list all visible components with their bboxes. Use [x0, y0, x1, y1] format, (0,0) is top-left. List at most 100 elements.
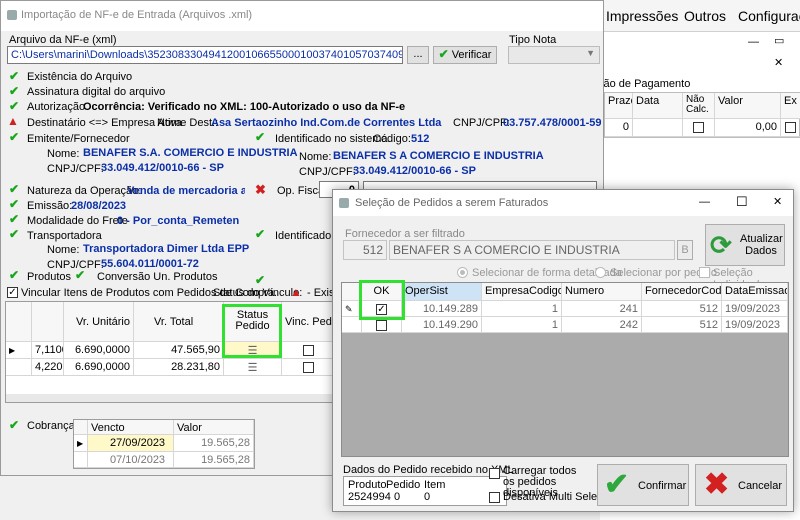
- grid-col-vinc-pedido: Vinc. Pedido: [282, 302, 336, 342]
- sys-cnpj-value: 33.049.412/0010-66 - SP: [353, 165, 476, 177]
- ok-checkbox[interactable]: [376, 319, 387, 331]
- cell-fornecedor[interactable]: 512: [642, 317, 722, 333]
- menu-configuracoes[interactable]: Configuraç: [738, 8, 800, 24]
- fornecedor-search-button[interactable]: B: [677, 240, 693, 260]
- check-icon: ✔: [75, 268, 86, 282]
- grid-col-vr-total: Vr. Total: [134, 302, 224, 342]
- check-icon: ✔: [438, 47, 449, 61]
- check-icon: ✔: [9, 69, 20, 83]
- carregar-todos-checkbox[interactable]: [489, 468, 500, 479]
- emissao-value: 28/08/2023: [71, 200, 127, 212]
- cell-opersist[interactable]: 10.149.290: [402, 317, 482, 333]
- error-icon: ✖: [255, 182, 266, 197]
- fornecedor-code-input[interactable]: 512: [343, 240, 387, 260]
- cell-numero[interactable]: 241: [562, 301, 642, 317]
- row-pointer-icon: ▶: [9, 346, 16, 355]
- vinc-checkbox[interactable]: [303, 361, 314, 373]
- grid-cell-qtd[interactable]: 7,1100: [32, 342, 64, 359]
- status-vinculo-label: Status do Vínculo:: [213, 287, 303, 299]
- modalidade-value: 0 - Por_conta_Remeten: [117, 215, 240, 227]
- fornecedor-name-input[interactable]: BENAFER S A COMERCIO E INDUSTRIA: [389, 240, 675, 260]
- check-icon: ✔: [9, 418, 20, 432]
- emit-nome-label: Nome:: [47, 148, 80, 160]
- refresh-icon: ⟳: [710, 230, 732, 260]
- cell-data[interactable]: [633, 119, 683, 137]
- window-controls: — ▭ ✕: [740, 34, 800, 74]
- menu-outros[interactable]: Outros: [684, 8, 726, 24]
- browse-button[interactable]: ...: [407, 46, 429, 64]
- cell-valor[interactable]: 0,00: [715, 119, 781, 137]
- cell-nao-calc[interactable]: [683, 119, 715, 137]
- grid-cell-total[interactable]: 47.565,90: [134, 342, 224, 359]
- autorizacao-label: Autorização: [27, 101, 86, 113]
- horizontal-scrollbar[interactable]: [6, 394, 334, 402]
- verify-button[interactable]: ✔ Verificar: [433, 46, 497, 64]
- cell-fornecedor[interactable]: 512: [642, 301, 722, 317]
- grid-cell-status[interactable]: ☰: [224, 359, 282, 376]
- assinatura-label: Assinatura digital do arquivo: [27, 86, 166, 98]
- cell-empresa[interactable]: 1: [482, 317, 562, 333]
- desativa-multi-checkbox[interactable]: [489, 492, 500, 503]
- check-icon: ✔: [255, 227, 266, 241]
- ex-checkbox[interactable]: [785, 121, 796, 133]
- cell-data[interactable]: 19/09/2023: [722, 301, 788, 317]
- file-path-input[interactable]: C:\Users\marini\Downloads\35230833049412…: [7, 46, 403, 64]
- check-icon: ✔: [9, 227, 20, 241]
- grid-cell-total[interactable]: 28.231,80: [134, 359, 224, 376]
- grid-cell-vinc[interactable]: [282, 359, 336, 376]
- radio-detalhada[interactable]: [457, 267, 468, 278]
- grid-cell-unit[interactable]: 6.690,0000: [64, 359, 134, 376]
- menu-impressoes[interactable]: Impressões: [606, 8, 678, 24]
- close-icon[interactable]: ✕: [773, 195, 782, 208]
- dest-cnpj-label: CNPJ/CPF:: [453, 117, 510, 129]
- tipo-nota-select[interactable]: ▼: [508, 46, 600, 64]
- maximize-icon[interactable]: ☐: [736, 194, 748, 210]
- row-selector[interactable]: ▶: [6, 342, 32, 359]
- emit-nome-value: BENAFER S.A. COMERCIO E INDUSTRIA: [83, 147, 298, 159]
- restore-icon[interactable]: ▭: [774, 34, 784, 47]
- grid-cell-vinc[interactable]: [282, 342, 336, 359]
- minimize-icon[interactable]: —: [699, 196, 710, 208]
- chevron-down-icon: ▼: [586, 48, 595, 58]
- emissao-label: Emissão:: [27, 200, 73, 212]
- row-selector[interactable]: [74, 452, 88, 468]
- cobranca-cell-vencto[interactable]: 07/10/2023: [88, 452, 174, 468]
- dialog-title: Seleção de Pedidos a serem Faturados: [355, 197, 549, 209]
- row-selector[interactable]: [6, 359, 32, 376]
- cell-numero[interactable]: 242: [562, 317, 642, 333]
- cell-opersist[interactable]: 10.149.289: [402, 301, 482, 317]
- cobranca-cell-valor[interactable]: 19.565,28: [174, 452, 254, 468]
- payment-grid: Prazo Data Não Calc. Valor Ex 0 0,00: [604, 92, 800, 138]
- selection-dialog: Seleção de Pedidos a serem Faturados — ☐…: [332, 189, 794, 512]
- cobranca-cell-valor[interactable]: 19.565,28: [174, 435, 254, 452]
- items-grid: Vr. Unitário Vr. Total Status Pedido Vin…: [5, 301, 336, 403]
- atualizar-dados-button[interactable]: ⟳ Atualizar Dados: [705, 224, 785, 266]
- minimize-icon[interactable]: —: [748, 36, 759, 48]
- close-icon[interactable]: ✕: [774, 56, 783, 69]
- col-empresa-codigo: EmpresaCodigo: [482, 283, 562, 301]
- list-icon[interactable]: ☰: [248, 362, 258, 374]
- grid-cell-qtd[interactable]: 4,2200: [32, 359, 64, 376]
- cell-data[interactable]: 19/09/2023: [722, 317, 788, 333]
- check-icon: ✔: [9, 212, 20, 226]
- cell-empresa[interactable]: 1: [482, 301, 562, 317]
- nao-calc-checkbox[interactable]: [693, 121, 704, 133]
- vinc-checkbox[interactable]: [303, 344, 314, 356]
- selecao-individual-checkbox[interactable]: [699, 267, 710, 278]
- cancelar-button[interactable]: ✖ Cancelar: [695, 464, 787, 506]
- cancel-x-icon: ✖: [704, 468, 730, 501]
- dados-col-produto: Produto: [348, 479, 387, 491]
- cell-prazo[interactable]: 0: [605, 119, 633, 137]
- confirmar-button[interactable]: ✔ Confirmar: [597, 464, 689, 506]
- check-icon: ✔: [9, 84, 20, 98]
- tipo-nota-label: Tipo Nota: [509, 34, 557, 46]
- cell-ex[interactable]: [781, 119, 800, 137]
- payment-section-title: ção de Pagamento: [598, 78, 691, 90]
- col-data-emissao: DataEmissao: [722, 283, 788, 301]
- dados-col-item: Item: [424, 479, 446, 491]
- radio-pedido[interactable]: [595, 267, 606, 278]
- row-selector[interactable]: ▶: [74, 435, 88, 452]
- grid-cell-unit[interactable]: 6.690,0000: [64, 342, 134, 359]
- vincular-checkbox[interactable]: ✓: [7, 287, 18, 298]
- cobranca-cell-vencto[interactable]: 27/09/2023: [88, 435, 174, 452]
